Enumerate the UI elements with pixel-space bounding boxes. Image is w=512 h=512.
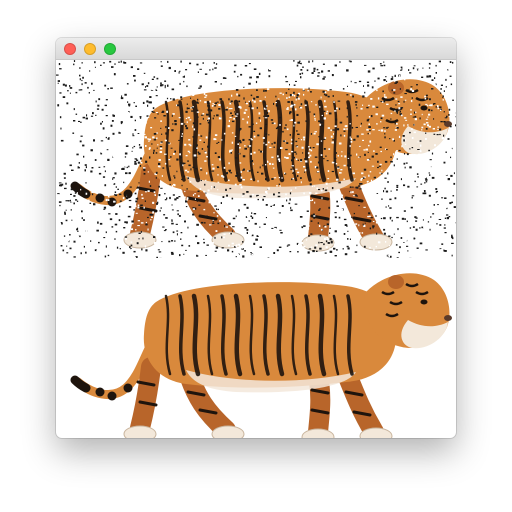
- noisy-tiger-panel: [56, 60, 456, 258]
- tiger-paw: [301, 428, 335, 438]
- tiger-paw: [123, 425, 157, 438]
- tiger-paw: [123, 231, 157, 249]
- tiger-illustration: [70, 273, 452, 438]
- minimize-button[interactable]: [84, 43, 96, 55]
- image-content: [56, 60, 456, 438]
- zoom-button[interactable]: [104, 43, 116, 55]
- noisy-tiger-image: [56, 60, 456, 258]
- clean-tiger-panel: [56, 258, 456, 438]
- tiger-ear: [388, 275, 404, 289]
- clean-tiger-image: [70, 273, 452, 438]
- tiger-paw: [211, 425, 245, 438]
- app-window: [56, 38, 456, 438]
- tiger-eye: [420, 105, 428, 111]
- tiger-nose: [444, 315, 452, 321]
- tiger-eye: [420, 299, 428, 305]
- tiger-leg-back-far: [130, 357, 161, 438]
- close-button[interactable]: [64, 43, 76, 55]
- title-bar[interactable]: [56, 38, 456, 60]
